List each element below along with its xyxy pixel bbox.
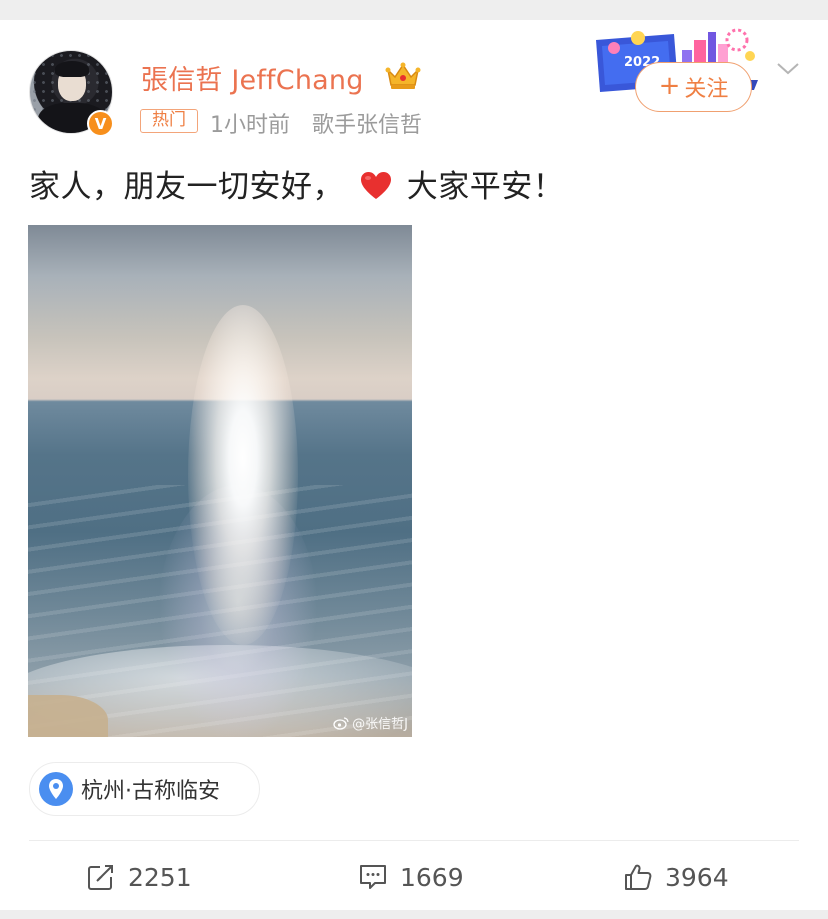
bottom-separator (0, 910, 828, 919)
post-source[interactable]: 歌手张信哲 (312, 107, 422, 139)
image-watermark-text: @张信哲J (352, 717, 408, 732)
like-button[interactable]: 3964 (623, 857, 729, 897)
image-light-glow (188, 305, 298, 645)
hot-tag: 热门 (140, 109, 198, 133)
top-separator (0, 0, 828, 20)
repost-count: 2251 (128, 862, 192, 892)
post-time: 1小时前 (210, 113, 290, 138)
avatar-hair (55, 61, 89, 77)
location-pin-icon (39, 772, 73, 806)
like-count: 3964 (665, 862, 729, 892)
post-text: 家人，朋友一切安好， 大家平安！ (29, 161, 564, 206)
post-image[interactable]: @张信哲J (28, 225, 412, 737)
follow-button[interactable]: + 关注 (635, 62, 752, 112)
image-watermark: @张信哲J (333, 713, 408, 732)
share-icon (88, 863, 115, 890)
repost-button[interactable]: 2251 (86, 857, 192, 897)
author-name[interactable]: 張信哲 JeffChang (141, 58, 364, 97)
comment-icon (360, 865, 386, 889)
thumbs-up-icon (625, 864, 652, 890)
location-label: 杭州·古称临安 (81, 779, 220, 804)
action-bar-divider (29, 840, 799, 841)
chevron-down-icon[interactable] (776, 60, 800, 78)
red-heart-icon (361, 172, 392, 199)
follow-label: 关注 (684, 77, 729, 102)
location-tag[interactable]: 杭州·古称临安 (29, 762, 260, 816)
comment-button[interactable]: 1669 (358, 857, 464, 897)
weibo-logo-icon (333, 716, 349, 730)
verified-badge-icon: V (87, 110, 114, 137)
post-text-part1: 家人，朋友一切安好， (29, 169, 344, 205)
crown-icon (385, 62, 421, 89)
comment-count: 1669 (400, 862, 464, 892)
plus-icon: + (658, 71, 681, 101)
post-text-part2: 大家平安！ (406, 169, 565, 205)
